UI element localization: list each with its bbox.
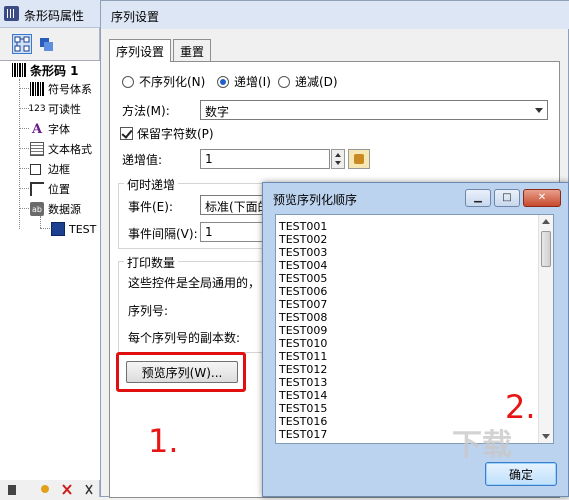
list-item: TEST016 — [279, 415, 328, 428]
ok-button[interactable]: 确定 — [485, 462, 557, 486]
list-item: TEST013 — [279, 376, 328, 389]
maximize-button[interactable]: □ — [494, 189, 520, 207]
list-item: TEST001 — [279, 220, 328, 233]
list-item: TEST011 — [279, 350, 328, 363]
listbox-scrollbar[interactable] — [538, 215, 553, 443]
preview-sequence-window: 预览序列化顺序 ▁ □ ✕ TEST001 TEST002 TEST003 TE… — [262, 182, 569, 497]
tab-serial-settings[interactable]: 序列设置 — [109, 39, 172, 62]
scroll-down-icon[interactable] — [542, 434, 550, 439]
minimize-button[interactable]: ▁ — [465, 189, 491, 207]
list-item: TEST008 — [279, 311, 328, 324]
list-item: TEST014 — [279, 389, 328, 402]
watermark-logo: 下载 — [452, 428, 512, 463]
list-item: TEST004 — [279, 259, 328, 272]
scroll-thumb[interactable] — [541, 231, 551, 267]
list-item: TEST002 — [279, 233, 328, 246]
list-item: TEST010 — [279, 337, 328, 350]
list-item: TEST005 — [279, 272, 328, 285]
list-item: TEST007 — [279, 298, 328, 311]
list-item: TEST015 — [279, 402, 328, 415]
maximize-icon: □ — [502, 192, 512, 203]
list-item: TEST009 — [279, 324, 328, 337]
list-item: TEST012 — [279, 363, 328, 376]
minimize-icon: ▁ — [474, 192, 482, 203]
annotation-step-2: 2. — [505, 388, 536, 426]
annotation-step-1: 1. — [148, 422, 179, 460]
list-item: TEST003 — [279, 246, 328, 259]
close-icon: ✕ — [537, 192, 547, 203]
list-item: TEST006 — [279, 285, 328, 298]
scroll-up-icon[interactable] — [542, 219, 550, 224]
list-item: TEST017 — [279, 428, 328, 441]
preview-window-title: 预览序列化顺序 — [273, 193, 358, 207]
close-button[interactable]: ✕ — [523, 189, 561, 207]
